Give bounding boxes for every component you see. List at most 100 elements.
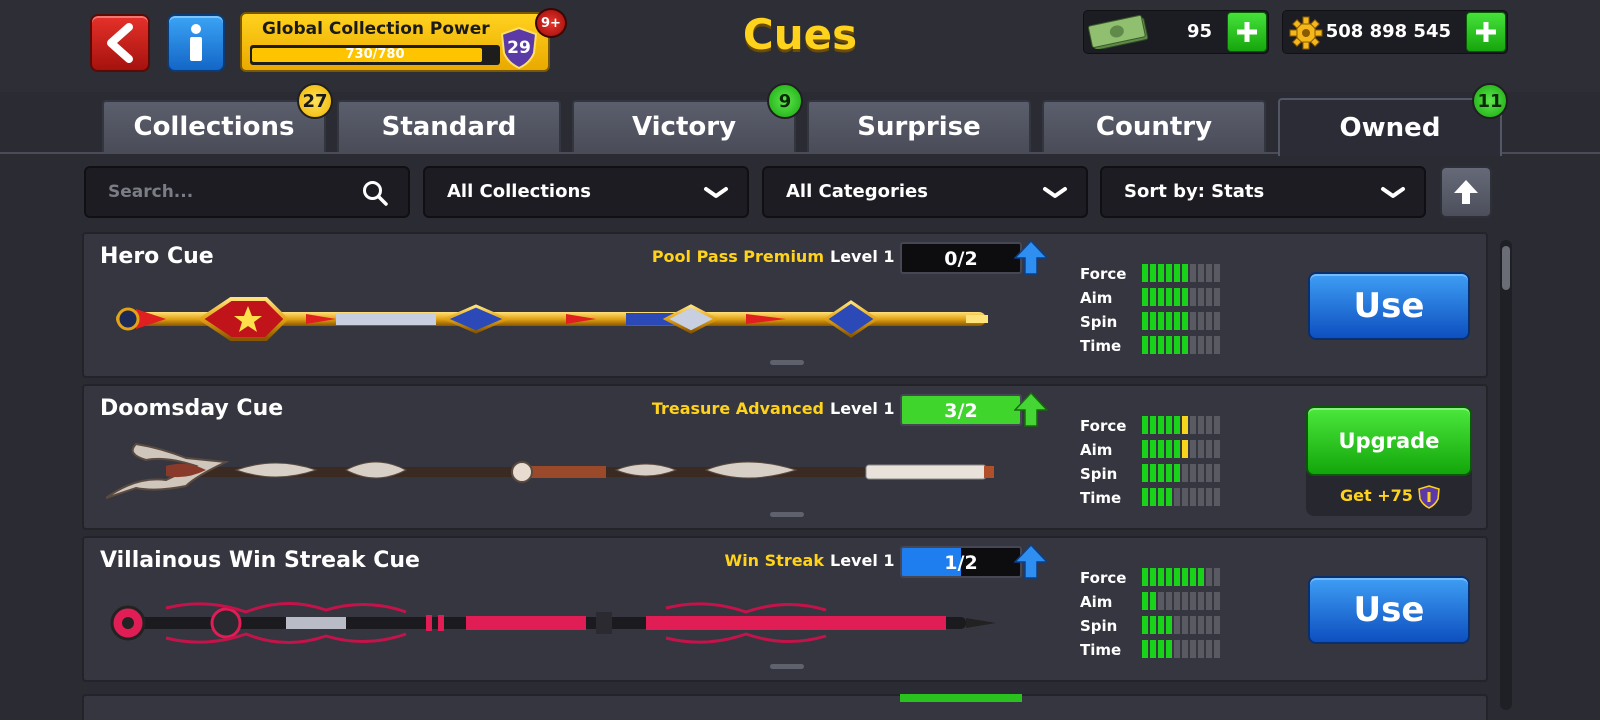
stat-segment xyxy=(1206,264,1212,282)
stat-segment xyxy=(1182,312,1188,330)
tab-label: Owned xyxy=(1339,113,1441,143)
stat-segment xyxy=(1198,464,1204,482)
add-cash-button[interactable] xyxy=(1227,12,1267,52)
level-up-arrow-icon xyxy=(1014,240,1048,275)
stat-segment xyxy=(1166,616,1172,634)
tab-standard[interactable]: Standard xyxy=(337,100,561,152)
shield-icon xyxy=(1418,485,1440,509)
stat-segment xyxy=(1142,592,1148,610)
stat-segment xyxy=(1198,416,1204,434)
stat-segment xyxy=(1190,288,1196,306)
info-icon xyxy=(190,24,202,61)
expand-handle[interactable] xyxy=(770,360,804,365)
stat-segment xyxy=(1206,568,1212,586)
cue-card-hero[interactable]: Hero Cue Pool Pass Premium Level 1 0/2 F… xyxy=(82,232,1488,378)
tab-surprise[interactable]: Surprise xyxy=(807,100,1031,152)
plus-icon xyxy=(1476,22,1496,42)
stat-segment xyxy=(1190,264,1196,282)
stat-segment xyxy=(1206,464,1212,482)
stat-segment xyxy=(1214,616,1220,634)
stat-segment xyxy=(1142,336,1148,354)
stat-label-force: Force xyxy=(1080,265,1127,283)
doomsday-cue-image xyxy=(106,442,994,499)
stat-segment xyxy=(1198,568,1204,586)
stat-segment xyxy=(1214,640,1220,658)
stat-segment xyxy=(1206,488,1212,506)
stat-segment xyxy=(1182,440,1188,458)
stat-segment xyxy=(1150,416,1156,434)
stat-segment xyxy=(1214,416,1220,434)
upgrade-button[interactable]: Upgrade xyxy=(1306,406,1472,476)
list-scrollbar[interactable] xyxy=(1500,240,1512,710)
time-stat-bar xyxy=(1142,640,1220,658)
stat-segment xyxy=(1198,488,1204,506)
stat-label-time: Time xyxy=(1080,337,1122,355)
search-input[interactable]: Search... xyxy=(84,166,410,218)
upgrade-panel: Upgrade Get +75 xyxy=(1306,406,1472,516)
stat-segment xyxy=(1198,336,1204,354)
stat-label-aim: Aim xyxy=(1080,593,1113,611)
stat-segment xyxy=(1166,464,1172,482)
collection-power-label: Global Collection Power xyxy=(262,19,490,39)
stat-segment xyxy=(1206,616,1212,634)
tab-label: Victory xyxy=(631,112,737,142)
collection-power-bar: 730/780 xyxy=(250,45,500,65)
sort-dropdown-value: Sort by: Stats xyxy=(1124,181,1265,202)
cue-card-villainous-win-streak[interactable]: Villainous Win Streak Cue Win Streak Lev… xyxy=(82,536,1488,682)
tab-label: Collections xyxy=(133,112,295,142)
stat-label-force: Force xyxy=(1080,417,1127,435)
force-stat-bar xyxy=(1142,568,1220,586)
info-button[interactable] xyxy=(167,14,225,72)
cue-list[interactable]: Hero Cue Pool Pass Premium Level 1 0/2 F… xyxy=(80,232,1500,720)
stat-segment xyxy=(1214,264,1220,282)
sort-dropdown[interactable]: Sort by: Stats xyxy=(1100,166,1426,218)
stat-segment xyxy=(1150,488,1156,506)
tab-collections[interactable]: Collections xyxy=(102,100,326,152)
categories-dropdown-value: All Categories xyxy=(786,181,928,202)
add-coins-button[interactable] xyxy=(1466,12,1506,52)
stat-segment xyxy=(1166,416,1172,434)
use-button[interactable]: Use xyxy=(1308,272,1470,340)
use-button[interactable]: Use xyxy=(1308,576,1470,644)
cue-level-progress: 0/2 xyxy=(900,242,1022,274)
level-up-arrow-icon xyxy=(1014,392,1048,427)
cue-level-progress xyxy=(900,694,1022,702)
collections-dropdown[interactable]: All Collections xyxy=(423,166,749,218)
stat-segment xyxy=(1214,312,1220,330)
stat-segment xyxy=(1214,488,1220,506)
force-stat-bar xyxy=(1142,416,1220,434)
stat-segment xyxy=(1182,464,1188,482)
stat-segment xyxy=(1214,336,1220,354)
tab-victory[interactable]: Victory xyxy=(572,100,796,152)
stat-label-force: Force xyxy=(1080,569,1127,587)
stat-segment xyxy=(1214,568,1220,586)
tab-owned[interactable]: Owned xyxy=(1278,98,1502,156)
cash-counter: 95 xyxy=(1083,10,1269,54)
stat-segment xyxy=(1190,464,1196,482)
stat-segment xyxy=(1214,592,1220,610)
tab-label: Surprise xyxy=(857,112,981,142)
expand-handle[interactable] xyxy=(770,664,804,669)
scrollbar-thumb[interactable] xyxy=(1502,246,1510,290)
tab-country[interactable]: Country xyxy=(1042,100,1266,152)
notification-badge: 9+ xyxy=(535,8,567,38)
expand-handle[interactable] xyxy=(770,512,804,517)
stat-segment xyxy=(1166,592,1172,610)
stat-segment xyxy=(1182,288,1188,306)
stat-segment xyxy=(1198,440,1204,458)
cue-source: Treasure Advanced xyxy=(651,399,824,418)
cue-card-partial[interactable] xyxy=(82,694,1488,720)
categories-dropdown[interactable]: All Categories xyxy=(762,166,1088,218)
stat-segment xyxy=(1190,616,1196,634)
back-button[interactable] xyxy=(90,14,150,72)
cue-level-progress: 3/2 xyxy=(900,394,1022,426)
stat-segment xyxy=(1142,416,1148,434)
sort-direction-button[interactable] xyxy=(1440,166,1492,218)
collections-dropdown-value: All Collections xyxy=(447,181,591,202)
global-collection-power[interactable]: Global Collection Power 730/780 29 xyxy=(240,12,550,72)
cue-card-doomsday[interactable]: Doomsday Cue Treasure Advanced Level 1 3… xyxy=(82,384,1488,530)
level-up-arrow-icon xyxy=(1014,544,1048,579)
cue-level: Level 1 xyxy=(830,399,895,418)
stat-segment xyxy=(1174,264,1180,282)
stat-segment xyxy=(1142,568,1148,586)
